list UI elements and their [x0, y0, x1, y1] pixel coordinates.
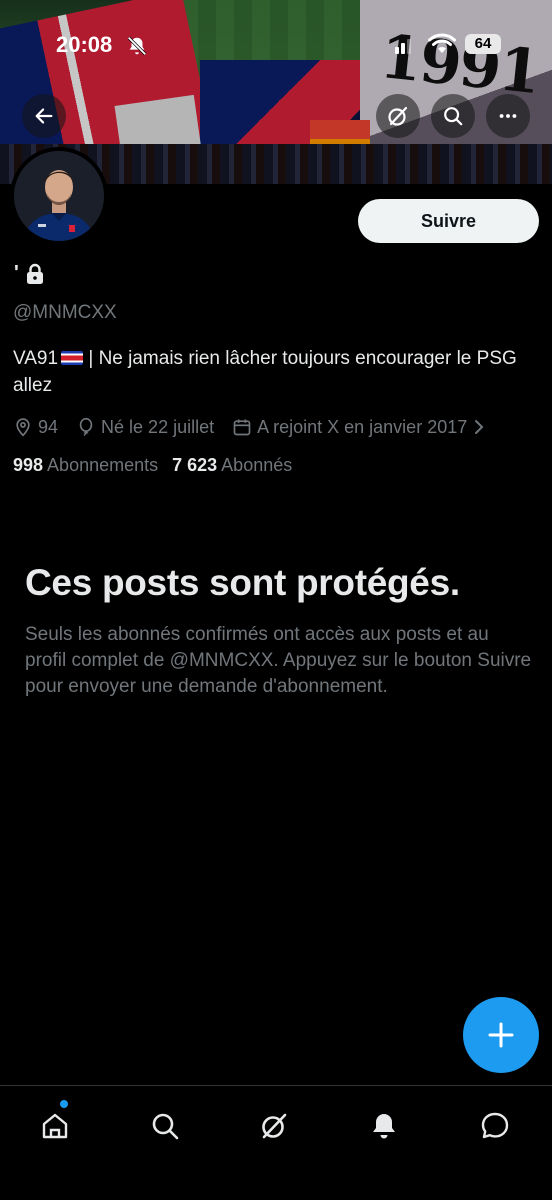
follow-counts: 998 Abonnements 7 623 Abonnés — [13, 455, 292, 476]
profile-handle: @MNMCXX — [13, 302, 117, 323]
protected-title: Ces posts sont protégés. — [25, 562, 460, 603]
bottom-tab-bar — [0, 1085, 552, 1200]
bio-prefix: VA91 — [13, 348, 59, 369]
grok-icon — [388, 106, 408, 126]
profile-bio: VA91 | Ne jamais rien lâcher toujours en… — [13, 345, 543, 399]
tab-grok[interactable] — [252, 1104, 296, 1148]
followers-link[interactable]: 7 623 Abonnés — [172, 455, 292, 476]
joined-text: A rejoint X en janvier 2017 — [257, 416, 468, 437]
lock-icon — [26, 263, 43, 284]
location-text: 94 — [38, 416, 59, 437]
birthday-item: Né le 22 juillet — [76, 417, 214, 438]
signal-icon — [395, 39, 411, 54]
location-pin-icon — [16, 418, 30, 437]
home-notification-dot — [60, 1100, 68, 1108]
tab-search[interactable] — [143, 1104, 187, 1148]
tab-messages[interactable] — [473, 1104, 517, 1148]
following-link[interactable]: 998 Abonnements — [13, 455, 158, 476]
bio-text: | Ne jamais rien lâcher toujours encoura… — [13, 348, 517, 396]
arrow-left-icon — [35, 108, 53, 124]
bell-off-icon — [127, 36, 147, 56]
avatar-image — [14, 151, 104, 241]
location-item: 94 — [13, 417, 58, 438]
birthday-text: Né le 22 juillet — [101, 416, 215, 437]
balloon-icon — [79, 417, 93, 436]
joined-item[interactable]: A rejoint X en janvier 2017 — [232, 417, 486, 438]
grok-button[interactable] — [376, 94, 420, 138]
wifi-icon — [428, 33, 456, 53]
home-icon — [42, 1113, 68, 1139]
back-button[interactable] — [22, 94, 66, 138]
following-count: 998 — [13, 455, 44, 475]
compose-button[interactable] — [463, 997, 539, 1073]
search-icon — [444, 107, 463, 126]
following-label: Abonnements — [47, 455, 159, 475]
more-button[interactable] — [486, 94, 530, 138]
costa-rica-flag-icon — [61, 351, 84, 365]
search-icon — [152, 1113, 179, 1140]
messages-icon — [481, 1112, 509, 1139]
status-bar: 20:08 64 — [0, 28, 552, 62]
display-name-text: ' — [14, 262, 19, 284]
display-name: ' — [14, 262, 45, 285]
followers-count: 7 623 — [172, 455, 218, 475]
bell-icon — [373, 1114, 395, 1139]
protected-description: Seuls les abonnés confirmés ont accès au… — [25, 624, 532, 697]
followers-label: Abonnés — [221, 455, 293, 475]
plus-icon — [488, 1022, 514, 1048]
search-button[interactable] — [431, 94, 475, 138]
tab-home[interactable] — [33, 1104, 77, 1148]
tab-notifications[interactable] — [362, 1104, 406, 1148]
status-time: 20:08 — [56, 32, 113, 57]
chevron-right-icon — [475, 420, 484, 434]
more-icon — [499, 114, 517, 118]
profile-meta: 94 Né le 22 juillet A rejoint X en janvi… — [13, 414, 548, 440]
avatar[interactable] — [10, 147, 108, 245]
calendar-icon — [233, 419, 251, 436]
battery-indicator: 64 — [465, 34, 501, 54]
grok-icon — [262, 1113, 287, 1139]
follow-button[interactable]: Suivre — [358, 199, 539, 243]
